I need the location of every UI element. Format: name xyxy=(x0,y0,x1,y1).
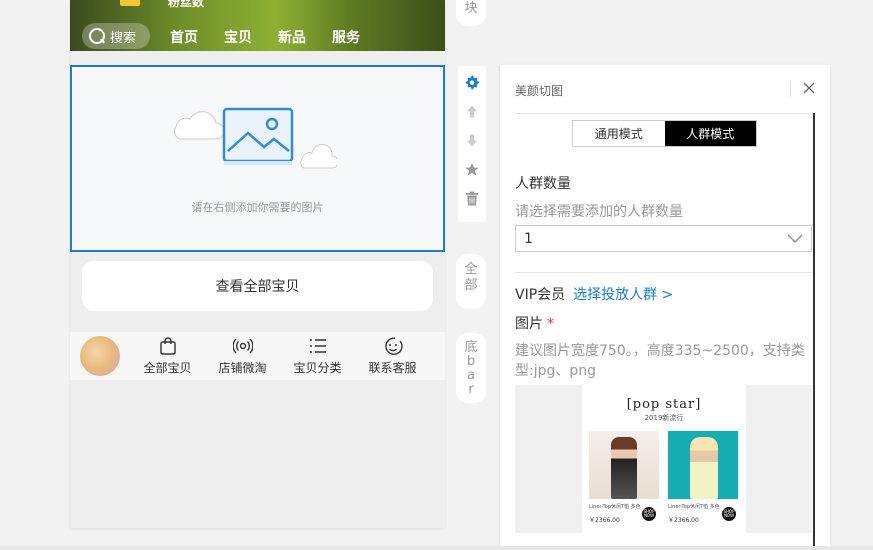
poster-product-photo-2 xyxy=(668,431,738,499)
bottom-item-label: 宝贝分类 xyxy=(293,361,342,375)
image-field-label: 图片 * xyxy=(515,313,554,333)
crowd-count-select[interactable]: 1 xyxy=(515,225,812,252)
shop-nav: 首页 宝贝 新品 服务 xyxy=(170,27,360,47)
arrow-down-icon[interactable] xyxy=(464,132,480,149)
module-tag-char: r xyxy=(468,382,474,397)
poster-price: ￥2366.00 xyxy=(589,517,620,524)
image-hint-line: 建议图片宽度750。，高度335~2500，支持类 xyxy=(515,343,805,359)
section-divider xyxy=(515,272,812,273)
view-all-items-button[interactable]: 查看全部宝贝 xyxy=(82,261,433,311)
module-tag-char: 块 xyxy=(464,1,478,16)
poster-caption: Liner-Top休闲T恤 多色 xyxy=(589,504,641,510)
crowd-count-value: 1 xyxy=(524,230,533,247)
shop-logo[interactable] xyxy=(70,332,130,380)
crowd-count-label: 人群数量 xyxy=(515,176,571,192)
shop-search[interactable]: 搜索 xyxy=(82,23,150,49)
bottom-item-label: 全部宝贝 xyxy=(143,361,192,375)
image-hint: 建议图片宽度750。，高度335~2500，支持类 型:jpg、png xyxy=(515,341,812,381)
smile-icon xyxy=(384,337,403,355)
panel-header-divider xyxy=(790,81,791,97)
broadcast-icon xyxy=(232,338,253,354)
search-label: 搜索 xyxy=(110,30,137,46)
poster-title: [pop star] xyxy=(626,397,702,412)
page-bottom-edge xyxy=(0,546,873,550)
shop-banner: 粉丝数 搜索 首页 宝贝 新品 服务 xyxy=(70,0,445,51)
panel-scrollbar[interactable] xyxy=(813,113,815,550)
poster-shop-now: SHOP NOW xyxy=(722,507,736,521)
module-tag-all[interactable]: 全 部 xyxy=(456,254,486,309)
module-tag-char: a xyxy=(467,368,475,383)
bottom-item-weitao[interactable]: 店铺微淘 xyxy=(205,336,280,376)
crowd-count-hint: 请选择需要添加的人群数量 xyxy=(515,204,683,220)
module-tag-char: 底 xyxy=(464,340,478,355)
nav-items[interactable]: 宝贝 xyxy=(224,27,252,47)
image-module-selected[interactable]: 请在右侧添加你需要的图片 xyxy=(70,65,445,252)
star-icon[interactable] xyxy=(464,161,480,178)
nav-new[interactable]: 新品 xyxy=(278,27,306,47)
poster-shop-now: SHOP NOW xyxy=(642,507,656,521)
tab-general-mode[interactable]: 通用模式 xyxy=(573,121,665,146)
module-toolbar xyxy=(458,66,486,222)
bottom-item-all-products[interactable]: 全部宝贝 xyxy=(130,336,205,376)
tab-crowd-mode[interactable]: 人群模式 xyxy=(664,121,756,146)
image-module-hint: 请在右侧添加你需要的图片 xyxy=(191,201,324,214)
module-tag-char: 全 xyxy=(464,262,478,277)
image-hint-line: 型:jpg、png xyxy=(515,363,597,379)
module-tag-bottom-bar[interactable]: 底 b a r xyxy=(456,333,486,403)
poster-subtitle: 2019新流行 xyxy=(644,414,684,422)
mode-switch: 通用模式 人群模式 xyxy=(572,120,757,147)
vip-row: VIP会员 选择投放人群 > xyxy=(515,284,673,304)
bottom-item-label: 联系客服 xyxy=(368,361,417,375)
arrow-up-icon[interactable] xyxy=(464,103,480,120)
nav-home[interactable]: 首页 xyxy=(170,27,198,47)
poster-product-photo-1 xyxy=(589,431,659,499)
module-tag-char: 部 xyxy=(464,278,478,293)
gear-icon[interactable] xyxy=(464,74,480,91)
poster-price: ￥2366.00 xyxy=(668,517,699,524)
required-mark: * xyxy=(547,316,554,332)
settings-panel: 美颜切图 通用模式 人群模式 人群数量 请选择需要添加的人群数量 1 VIP会员… xyxy=(500,65,830,550)
search-icon xyxy=(88,27,106,45)
nav-service[interactable]: 服务 xyxy=(332,27,360,47)
fans-badge-icon xyxy=(120,0,140,6)
image-preview[interactable]: [pop star] 2019新流行 Liner-Top休闲T恤 多色 ￥236… xyxy=(515,385,812,533)
shopping-bag-icon xyxy=(159,337,176,355)
fans-label: 粉丝数 xyxy=(168,0,205,9)
module-tag-char: b xyxy=(466,354,476,369)
vip-label: VIP会员 xyxy=(515,287,566,303)
panel-header-line xyxy=(515,113,815,114)
poster-caption: Liner-Top休闲T恤 多色 xyxy=(668,504,720,510)
select-crowd-link[interactable]: 选择投放人群 > xyxy=(573,287,673,303)
list-icon xyxy=(309,339,326,353)
image-placeholder-icon xyxy=(174,107,337,169)
shop-logo-image xyxy=(80,336,120,376)
mobile-preview: 粉丝数 搜索 首页 宝贝 新品 服务 请在右侧添加你需要的图片 查看全部宝贝 全… xyxy=(70,0,445,528)
chevron-down-icon xyxy=(787,234,803,243)
image-label: 图片 xyxy=(515,316,543,332)
bottom-item-customer-service[interactable]: 联系客服 xyxy=(355,336,430,376)
poster-image: [pop star] 2019新流行 Liner-Top休闲T恤 多色 ￥236… xyxy=(582,385,746,533)
panel-title: 美颜切图 xyxy=(515,84,564,98)
close-icon[interactable] xyxy=(802,81,816,95)
module-tag-block[interactable]: 块 xyxy=(456,0,486,26)
bottom-item-categories[interactable]: 宝贝分类 xyxy=(280,336,355,376)
trash-icon[interactable] xyxy=(464,190,480,207)
shop-bottom-bar: 全部宝贝 店铺微淘 宝贝分类 联系客服 xyxy=(70,332,445,380)
bottom-item-label: 店铺微淘 xyxy=(218,361,267,375)
